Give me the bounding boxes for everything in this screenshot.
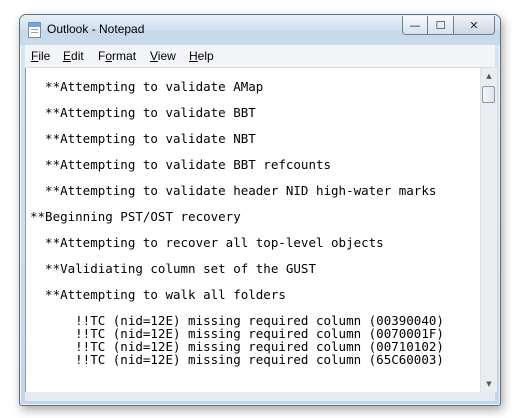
vertical-scrollbar[interactable]: ▲ ▼ [480, 68, 497, 392]
maximize-button[interactable]: ☐ [428, 16, 454, 35]
minimize-button[interactable]: — [402, 16, 428, 35]
menu-view-rest: iew [157, 49, 176, 63]
text-line: **Validiating column set of the GUST [30, 261, 316, 276]
menu-help-mnemonic: H [189, 49, 198, 63]
text-editor[interactable]: **Attempting to validate AMap **Attempti… [25, 68, 481, 392]
menu-view[interactable]: View [150, 49, 176, 63]
text-line: **Attempting to walk all folders [30, 287, 286, 302]
notepad-window: Outlook - Notepad — ☐ ✕ File Edit Format… [19, 14, 501, 406]
menu-file[interactable]: File [31, 49, 50, 63]
text-line: **Attempting to validate AMap [30, 79, 264, 94]
menu-file-rest: ile [38, 49, 51, 63]
menu-format-rest: rmat [112, 49, 137, 63]
menu-bar: File Edit Format View Help [25, 45, 495, 68]
title-bar[interactable]: Outlook - Notepad — ☐ ✕ [20, 15, 500, 45]
menu-view-mnemonic: V [150, 49, 158, 63]
window-title: Outlook - Notepad [47, 22, 145, 36]
scroll-down-arrow-icon[interactable]: ▼ [481, 376, 497, 392]
text-line: **Attempting to validate header NID high… [30, 183, 437, 198]
text-line: **Attempting to recover all top-level ob… [30, 235, 384, 250]
scrollbar-thumb[interactable] [482, 86, 495, 103]
menu-edit[interactable]: Edit [63, 49, 84, 63]
menu-edit-mnemonic: E [63, 49, 72, 63]
close-button[interactable]: ✕ [454, 16, 495, 35]
menu-help-rest: elp [197, 49, 214, 63]
text-line: **Attempting to validate NBT [30, 131, 256, 146]
text-line: !!TC (nid=12E) missing required column (… [30, 352, 444, 367]
menu-format[interactable]: Format [98, 49, 136, 63]
menu-help[interactable]: Help [189, 49, 214, 63]
notepad-icon[interactable] [28, 22, 41, 38]
text-line: **Attempting to validate BBT [30, 105, 256, 120]
window-bottom-frame [25, 392, 495, 401]
menu-edit-rest: dit [71, 49, 84, 63]
scroll-up-arrow-icon[interactable]: ▲ [481, 68, 497, 84]
text-line: **Attempting to validate BBT refcounts [30, 157, 332, 172]
text-line: **Beginning PST/OST recovery [30, 209, 241, 224]
